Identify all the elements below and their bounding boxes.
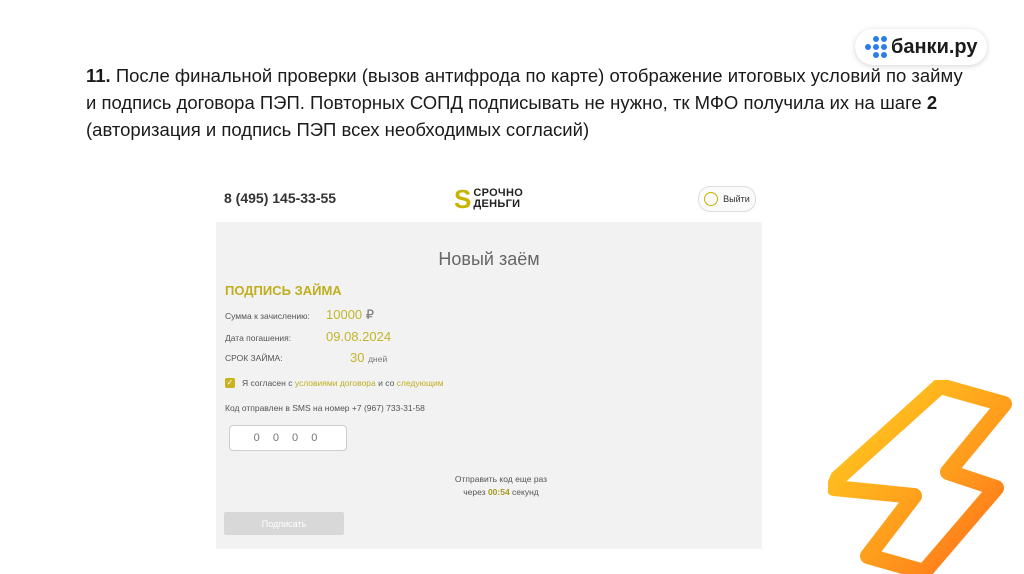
agree-checkbox[interactable]: ✓	[225, 378, 235, 388]
brand-logo: S СРОЧНО ДЕНЬГИ	[454, 186, 523, 212]
banki-logo: банки.ру	[855, 29, 987, 65]
resend-line1: Отправить код еще раз	[454, 474, 548, 484]
brand-s-icon: S	[454, 184, 472, 214]
brand-line2: ДЕНЬГИ	[473, 198, 521, 210]
step-text-tail: (авторизация и подпись ПЭП всех необходи…	[86, 119, 590, 140]
amount-label: Сумма к зачислению:	[225, 311, 310, 321]
logout-icon	[704, 192, 719, 206]
contract-terms-link[interactable]: условиями договора	[295, 378, 376, 388]
date-label: Дата погашения:	[225, 333, 292, 343]
sign-button[interactable]: Подписать	[224, 512, 344, 535]
step-text: После финальной проверки (вызов антифрод…	[86, 65, 963, 113]
following-link[interactable]: следующим	[397, 378, 444, 388]
slide-heading: 11. После финальной проверки (вызов анти…	[86, 62, 966, 143]
app-header: 8 (495) 145-33-55 S СРОЧНО ДЕНЬГИ Выйти	[216, 180, 762, 222]
step-number: 11.	[86, 65, 111, 86]
exit-button[interactable]: Выйти	[698, 186, 756, 212]
term-value: 30 дней	[350, 350, 388, 365]
exit-label: Выйти	[723, 194, 750, 204]
date-value: 09.08.2024	[326, 329, 392, 344]
resend-timer: 00:54	[487, 487, 510, 497]
loan-panel: Новый заём ПОДПИСЬ ЗАЙМА Сумма к зачисле…	[216, 222, 762, 549]
page-title: Новый заём	[438, 249, 540, 269]
step-reference: 2	[926, 92, 938, 113]
lightning-icon	[828, 380, 1012, 574]
term-label: СРОК ЗАЙМА:	[225, 353, 283, 363]
agree-text: Я согласен с условиями договора и со сле…	[242, 378, 444, 388]
section-title: ПОДПИСЬ ЗАЙМА	[225, 283, 342, 298]
sms-info: Код отправлен в SMS на номер +7 (967) 73…	[225, 403, 425, 413]
phone-number: 8 (495) 145-33-55	[224, 190, 337, 206]
sms-code-input[interactable]	[229, 425, 347, 451]
resend-info: Отправить код еще раз через 00:54 секунд	[421, 473, 581, 499]
banki-dots-icon	[865, 36, 887, 58]
amount-value: 10000 ₽	[326, 307, 375, 322]
banki-logo-label: банки.ру	[891, 35, 978, 58]
